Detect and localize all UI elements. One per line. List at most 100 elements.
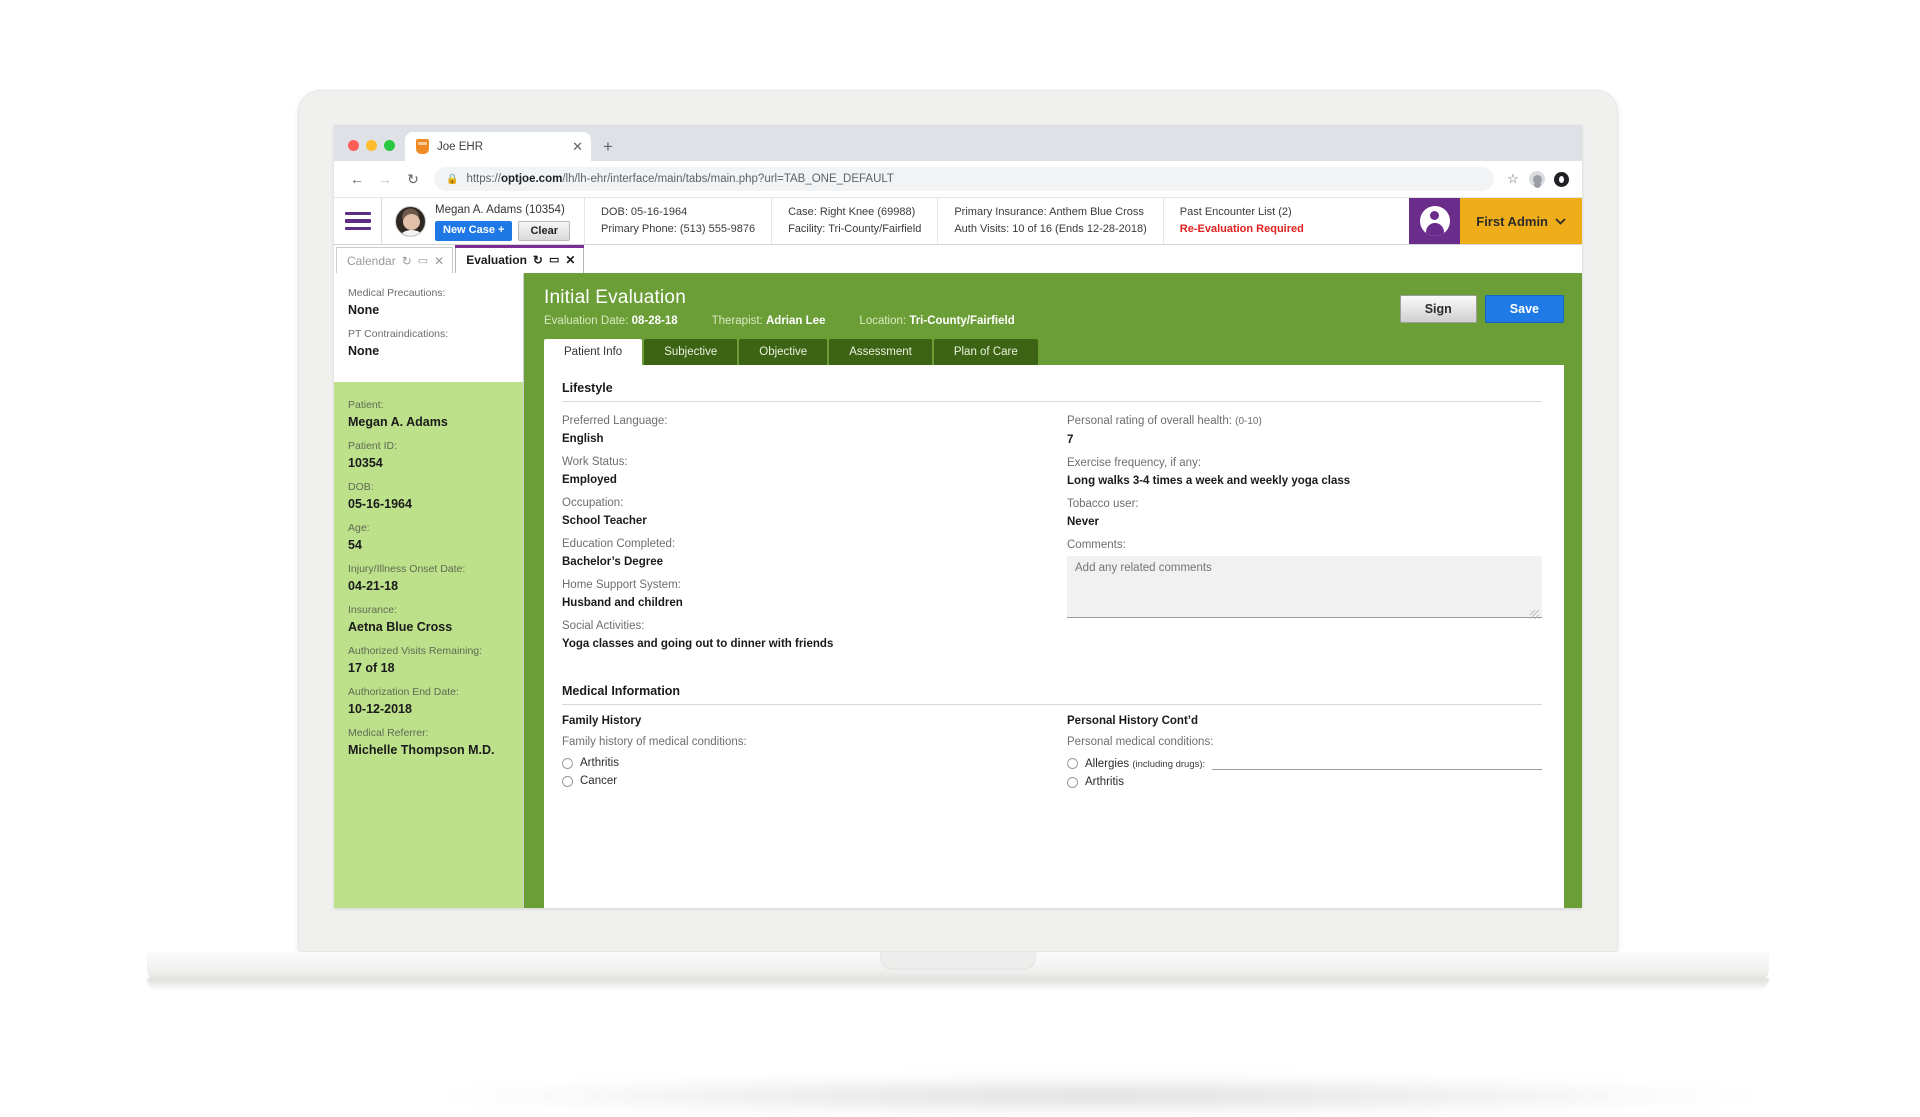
radio-icon[interactable] bbox=[1067, 758, 1078, 769]
comments-input[interactable] bbox=[1067, 556, 1542, 618]
field-value[interactable]: English bbox=[562, 430, 1037, 449]
radio-icon[interactable] bbox=[562, 775, 573, 787]
back-icon[interactable]: ← bbox=[344, 166, 370, 192]
evaluation-page: Medical Precautions: None PT Contraindic… bbox=[334, 273, 1582, 908]
field-value[interactable]: Long walks 3-4 times a week and weekly y… bbox=[1067, 472, 1542, 491]
radio-label: Arthritis bbox=[580, 757, 619, 769]
clear-button[interactable]: Clear bbox=[518, 220, 570, 241]
app-tab-label: Evaluation bbox=[466, 252, 527, 267]
lock-icon: 🔒 bbox=[446, 173, 459, 185]
window-icon[interactable]: ▭ bbox=[418, 254, 428, 267]
radio-icon[interactable] bbox=[1067, 776, 1078, 788]
window-icon[interactable]: ▭ bbox=[549, 253, 559, 266]
radio-option-allergies[interactable]: Allergies (including drugs): bbox=[1067, 757, 1542, 770]
resize-handle-icon[interactable] bbox=[1530, 610, 1539, 619]
tab-plan-of-care[interactable]: Plan of Care bbox=[933, 339, 1038, 365]
user-account-icon[interactable] bbox=[1409, 198, 1461, 244]
window-traffic-lights bbox=[344, 140, 405, 161]
maximize-window-button[interactable] bbox=[384, 140, 395, 151]
app-tab-evaluation[interactable]: Evaluation ↻ ▭ ✕ bbox=[455, 245, 585, 273]
field-value[interactable]: Bachelor’s Degree bbox=[562, 553, 1037, 572]
address-bar[interactable]: 🔒 https://optjoe.com/lh/lh-ehr/interface… bbox=[434, 167, 1494, 191]
forward-icon[interactable]: → bbox=[372, 166, 398, 192]
sign-button[interactable]: Sign bbox=[1399, 295, 1477, 323]
close-icon[interactable]: ✕ bbox=[434, 254, 444, 268]
patient-name-id: Megan A. Adams (10354) bbox=[435, 203, 565, 216]
patient-summary: Megan A. Adams (10354) New Case + Clear bbox=[382, 198, 584, 244]
close-icon[interactable]: ✕ bbox=[572, 140, 583, 153]
allergies-input[interactable] bbox=[1212, 757, 1542, 770]
field-value[interactable]: School Teacher bbox=[562, 512, 1037, 531]
field-label: Occupation: bbox=[562, 497, 624, 509]
minimize-window-button[interactable] bbox=[366, 140, 377, 151]
browser-tabstrip: Joe EHR ✕ + bbox=[334, 125, 1582, 161]
laptop-base-shadow bbox=[147, 978, 1769, 992]
patient-info-panel: Lifestyle Preferred Language: English Wo… bbox=[544, 365, 1564, 908]
header-spacer bbox=[1320, 198, 1409, 244]
url-text: https://optjoe.com/lh/lh-ehr/interface/m… bbox=[466, 173, 894, 185]
radio-option-arthritis[interactable]: Arthritis bbox=[562, 757, 1037, 769]
close-window-button[interactable] bbox=[348, 140, 359, 151]
browser-tab[interactable]: Joe EHR ✕ bbox=[405, 132, 591, 161]
tab-subjective[interactable]: Subjective bbox=[644, 339, 738, 365]
comments-field-wrapper bbox=[1067, 556, 1542, 623]
browser-toolbar: ← → ↻ 🔒 https://optjoe.com/lh/lh-ehr/int… bbox=[334, 161, 1582, 198]
radio-option-arthritis-personal[interactable]: Arthritis bbox=[1067, 776, 1542, 788]
tab-assessment[interactable]: Assessment bbox=[829, 339, 932, 365]
evaluation-meta: Evaluation Date: 08-28-18 Therapist: Adr… bbox=[544, 315, 1015, 327]
laptop-mockup: Joe EHR ✕ + ← → ↻ 🔒 https://optjoe.com/l… bbox=[147, 90, 1769, 1116]
lifestyle-right-column: Personal rating of overall health: (0-10… bbox=[1067, 412, 1542, 658]
tab-objective[interactable]: Objective bbox=[739, 339, 828, 365]
header-insurance-column: Primary Insurance: Anthem Blue Cross Aut… bbox=[937, 198, 1162, 244]
app-tab-calendar[interactable]: Calendar ↻ ▭ ✕ bbox=[336, 247, 454, 273]
sidebar-value: None bbox=[348, 344, 380, 358]
profile-icon[interactable] bbox=[1526, 168, 1548, 190]
family-history-column: Family History Family history of medical… bbox=[562, 715, 1037, 788]
field-label: Social Activities: bbox=[562, 620, 645, 632]
past-encounter-list[interactable]: Past Encounter List (2) bbox=[1180, 204, 1304, 221]
admin-menu-button[interactable]: First Admin bbox=[1460, 198, 1582, 244]
case-facility: Facility: Tri-County/Fairfield bbox=[788, 223, 922, 235]
subsection-title: Personal History Cont’d bbox=[1067, 715, 1198, 727]
field-value[interactable]: Yoga classes and going out to dinner wit… bbox=[562, 635, 1037, 654]
reload-icon[interactable]: ↻ bbox=[400, 166, 426, 192]
sidebar-value: 04-21-18 bbox=[348, 579, 399, 593]
auth-visits: Auth Visits: 10 of 16 (Ends 12-28-2018) bbox=[954, 223, 1147, 235]
evaluation-form-tabs: Patient Info Subjective Objective Assess… bbox=[544, 339, 1564, 365]
radio-label: Arthritis bbox=[1085, 776, 1124, 788]
chevron-down-icon bbox=[1555, 217, 1566, 225]
field-value[interactable]: Never bbox=[1067, 513, 1542, 532]
radio-option-cancer[interactable]: Cancer bbox=[562, 775, 1037, 787]
sidebar-value: 05-16-1964 bbox=[348, 497, 412, 511]
favicon-icon bbox=[416, 139, 429, 154]
evaluation-date: Evaluation Date: 08-28-18 bbox=[544, 315, 678, 327]
new-case-button[interactable]: New Case + bbox=[435, 220, 513, 241]
primary-insurance: Primary Insurance: Anthem Blue Cross bbox=[954, 206, 1144, 218]
sidebar-label: Authorization End Date: bbox=[348, 686, 459, 698]
browser-menu-icon[interactable] bbox=[1550, 168, 1572, 190]
bookmark-star-icon[interactable]: ☆ bbox=[1502, 168, 1524, 190]
ehr-patient-header: Megan A. Adams (10354) New Case + Clear … bbox=[334, 198, 1582, 245]
field-value[interactable]: Employed bbox=[562, 471, 1037, 490]
evaluation-header: Initial Evaluation Evaluation Date: 08-2… bbox=[544, 273, 1564, 329]
header-demographics-column: DOB: 05-16-1964 Primary Phone: (513) 555… bbox=[583, 198, 771, 244]
hamburger-menu-icon[interactable] bbox=[334, 198, 382, 244]
patient-phone: Primary Phone: (513) 555-9876 bbox=[600, 223, 756, 235]
evaluation-actions: Sign Save bbox=[1399, 287, 1564, 323]
refresh-icon[interactable]: ↻ bbox=[402, 254, 412, 268]
field-value[interactable]: Husband and children bbox=[562, 594, 1037, 613]
save-button[interactable]: Save bbox=[1484, 295, 1564, 323]
sidebar-value: 10354 bbox=[348, 456, 383, 470]
field-prompt: Family history of medical conditions: bbox=[562, 736, 747, 748]
sidebar-label: Injury/Illness Onset Date: bbox=[348, 563, 466, 575]
evaluation-location: Location: Tri-County/Fairfield bbox=[859, 315, 1015, 327]
patient-sidebar: Medical Precautions: None PT Contraindic… bbox=[334, 273, 524, 908]
sidebar-value: None bbox=[348, 303, 380, 317]
close-icon[interactable]: ✕ bbox=[565, 253, 575, 267]
tab-patient-info[interactable]: Patient Info bbox=[544, 339, 643, 365]
new-tab-button[interactable]: + bbox=[603, 138, 613, 155]
refresh-icon[interactable]: ↻ bbox=[533, 253, 543, 267]
radio-icon[interactable] bbox=[562, 757, 573, 769]
field-value[interactable]: 7 bbox=[1067, 431, 1542, 450]
